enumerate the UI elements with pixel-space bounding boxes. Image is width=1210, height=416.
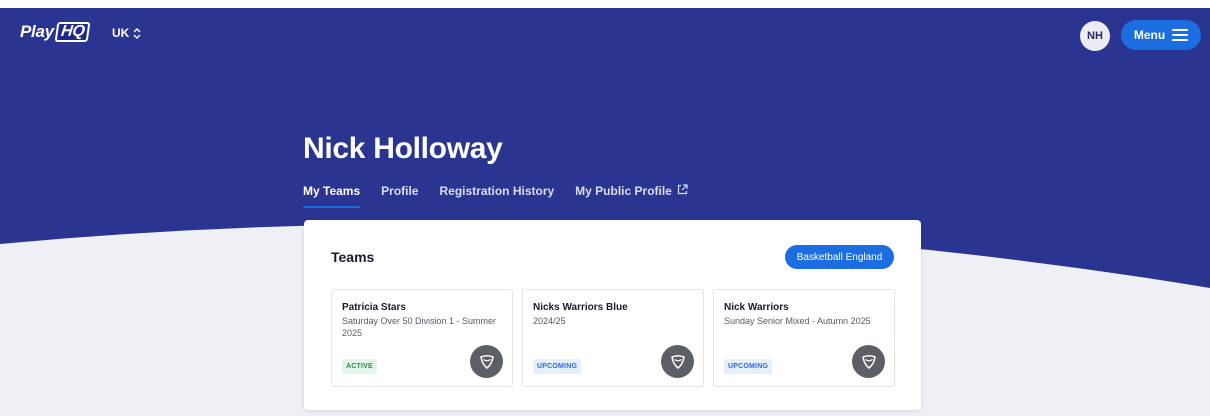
team-competition: 2024/25 [533, 316, 566, 326]
tab-my-public-profile[interactable]: My Public Profile [575, 184, 688, 208]
region-label: UK [112, 26, 130, 40]
team-name: Nicks Warriors Blue [533, 302, 628, 313]
team-shield-icon [470, 345, 503, 378]
logo-badge: HQ [54, 22, 91, 42]
team-competition: Saturday Over 50 Division 1 - Summer 202… [342, 316, 497, 338]
tab-label: Profile [381, 184, 419, 198]
team-name: Nick Warriors [724, 302, 789, 313]
user-avatar[interactable]: NH [1080, 21, 1110, 51]
team-name: Patricia Stars [342, 302, 406, 313]
menu-label: Menu [1133, 28, 1166, 42]
profile-tabs: My Teams Profile Registration History My… [303, 184, 688, 208]
logo-text: Play [20, 22, 54, 41]
page-title: Nick Holloway [303, 132, 503, 165]
organisation-button[interactable]: Basketball England [785, 245, 894, 269]
teams-card-title: Teams [331, 249, 375, 265]
team-card-nicks-warriors-blue[interactable]: Nicks Warriors Blue 2024/25 UPCOMING [522, 289, 704, 387]
page: Play HQ UK NH Menu Nick Holloway My Team… [0, 8, 1210, 416]
status-badge: UPCOMING [533, 359, 582, 374]
status-badge: UPCOMING [724, 359, 773, 374]
external-link-icon [677, 184, 688, 198]
region-selector[interactable]: UK [112, 26, 141, 40]
team-card-patricia-stars[interactable]: Patricia Stars Saturday Over 50 Division… [331, 289, 513, 387]
team-competition: Sunday Senior Mixed - Autumn 2025 [724, 316, 871, 326]
tab-profile[interactable]: Profile [381, 184, 418, 208]
playhq-logo[interactable]: Play HQ [20, 22, 91, 42]
menu-button[interactable]: Menu [1121, 20, 1201, 50]
tab-label: My Public Profile [575, 184, 672, 198]
chevron-up-down-icon [133, 27, 141, 39]
tab-label: My Teams [303, 184, 361, 198]
team-shield-icon [852, 345, 885, 378]
status-badge: ACTIVE [342, 359, 377, 374]
tab-label: Registration History [439, 184, 555, 198]
team-card-nick-warriors[interactable]: Nick Warriors Sunday Senior Mixed - Autu… [713, 289, 895, 387]
hamburger-icon [1172, 29, 1189, 41]
tab-registration-history[interactable]: Registration History [439, 184, 554, 208]
tab-my-teams[interactable]: My Teams [303, 184, 361, 208]
team-shield-icon [661, 345, 694, 378]
top-navigation-bar: Play HQ UK NH Menu [0, 8, 1210, 60]
teams-card: Teams Basketball England Patricia Stars … [304, 220, 921, 410]
